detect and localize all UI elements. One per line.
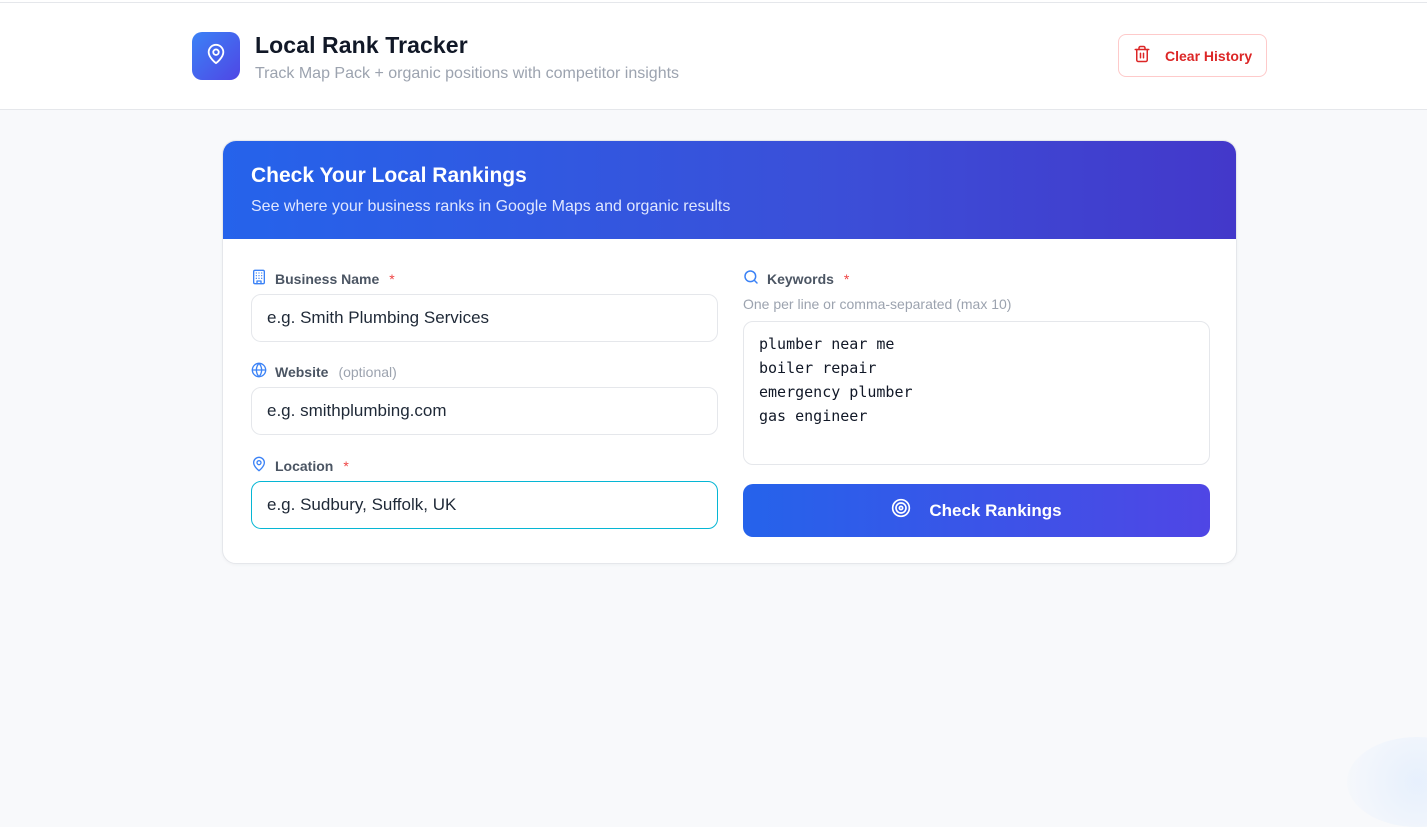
globe-icon — [251, 362, 267, 381]
location-input[interactable] — [251, 481, 718, 529]
card-title: Check Your Local Rankings — [251, 164, 1236, 188]
optional-note: (optional) — [338, 364, 396, 380]
map-pin-icon — [205, 42, 227, 71]
business-name-label-text: Business Name — [275, 271, 379, 287]
website-label-text: Website — [275, 364, 328, 380]
map-pin-icon — [251, 456, 267, 475]
required-marker: * — [844, 271, 849, 287]
app-title: Local Rank Tracker — [255, 32, 468, 59]
check-rankings-button[interactable]: Check Rankings — [743, 484, 1210, 537]
app-header: Local Rank Tracker Track Map Pack + orga… — [0, 3, 1427, 110]
trash-icon — [1133, 44, 1151, 67]
clear-history-label: Clear History — [1165, 48, 1252, 64]
location-label-text: Location — [275, 458, 333, 474]
app-logo — [192, 32, 240, 80]
search-icon — [743, 269, 759, 288]
website-input[interactable] — [251, 387, 718, 435]
required-marker: * — [389, 271, 394, 287]
business-name-label: Business Name * — [251, 269, 395, 288]
target-icon — [891, 498, 911, 523]
location-label: Location * — [251, 456, 349, 475]
business-name-input[interactable] — [251, 294, 718, 342]
check-rankings-label: Check Rankings — [929, 501, 1061, 521]
keywords-hint: One per line or comma-separated (max 10) — [743, 296, 1011, 312]
clear-history-button[interactable]: Clear History — [1118, 34, 1267, 77]
keywords-label: Keywords * — [743, 269, 849, 288]
required-marker: * — [343, 458, 348, 474]
card-header: Check Your Local Rankings See where your… — [223, 141, 1236, 239]
app-subtitle: Track Map Pack + organic positions with … — [255, 65, 679, 83]
keywords-label-text: Keywords — [767, 271, 834, 287]
website-label: Website (optional) — [251, 362, 397, 381]
building-icon — [251, 269, 267, 288]
keywords-textarea[interactable]: plumber near me boiler repair emergency … — [743, 321, 1210, 465]
background-decoration — [1347, 737, 1427, 827]
rank-check-card: Check Your Local Rankings See where your… — [222, 140, 1237, 564]
card-description: See where your business ranks in Google … — [251, 198, 1236, 216]
